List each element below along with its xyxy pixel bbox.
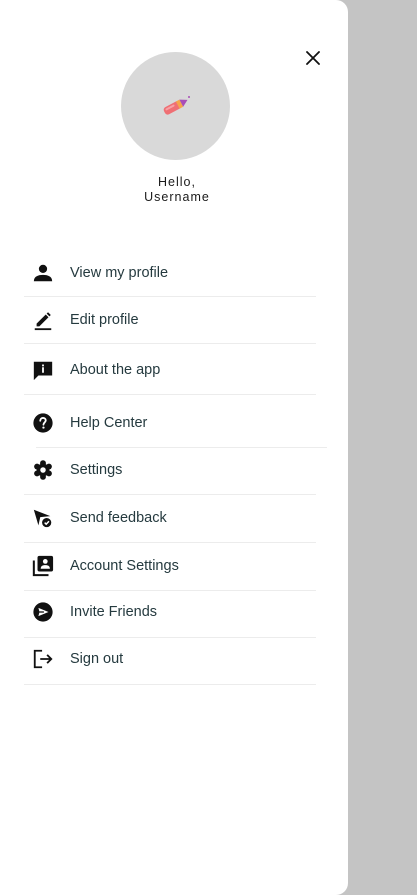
send-circle-icon <box>31 600 55 624</box>
menu-item-about-app[interactable]: About the app <box>24 347 316 393</box>
divider <box>24 343 316 344</box>
menu-item-label: Help Center <box>70 415 148 431</box>
menu-item-edit-profile[interactable]: Edit profile <box>24 297 316 343</box>
pencil-sticker-icon <box>163 96 190 115</box>
info-message-icon <box>31 358 55 382</box>
greeting: Hello, Username <box>100 175 254 205</box>
menu-item-label: Sign out <box>70 651 124 667</box>
menu-item-view-profile[interactable]: View my profile <box>24 250 316 296</box>
menu-item-sign-out[interactable]: Sign out <box>24 636 316 682</box>
settings-icon <box>31 458 55 482</box>
menu-item-label: Settings <box>70 462 123 478</box>
menu-item-label: Account Settings <box>70 558 179 574</box>
logout-icon <box>31 647 55 671</box>
menu-item-label: Edit profile <box>70 312 139 328</box>
navigation-drawer: Hello, Username View my profile Edit pro… <box>0 0 348 895</box>
help-icon <box>31 411 55 435</box>
menu-item-settings[interactable]: Settings <box>24 447 316 493</box>
close-icon <box>306 51 320 65</box>
greeting-hello: Hello, <box>158 175 196 189</box>
send-feedback-icon <box>31 506 55 530</box>
menu-item-label: View my profile <box>70 265 169 281</box>
contacts-icon <box>31 554 55 578</box>
menu-item-label: Send feedback <box>70 510 167 526</box>
menu-item-account-settings[interactable]: Account Settings <box>24 543 316 589</box>
menu-item-label: Invite Friends <box>70 604 158 620</box>
menu-item-invite-friends[interactable]: Invite Friends <box>24 589 316 635</box>
divider <box>24 394 316 395</box>
avatar[interactable] <box>121 52 230 160</box>
menu-item-help-center[interactable]: Help Center <box>24 400 316 446</box>
close-button[interactable] <box>301 46 325 70</box>
menu-item-label: About the app <box>70 362 161 378</box>
greeting-username: Username <box>144 190 210 204</box>
divider <box>24 684 316 685</box>
person-icon <box>31 261 55 285</box>
edit-icon <box>31 308 55 332</box>
menu-item-send-feedback[interactable]: Send feedback <box>24 495 316 541</box>
